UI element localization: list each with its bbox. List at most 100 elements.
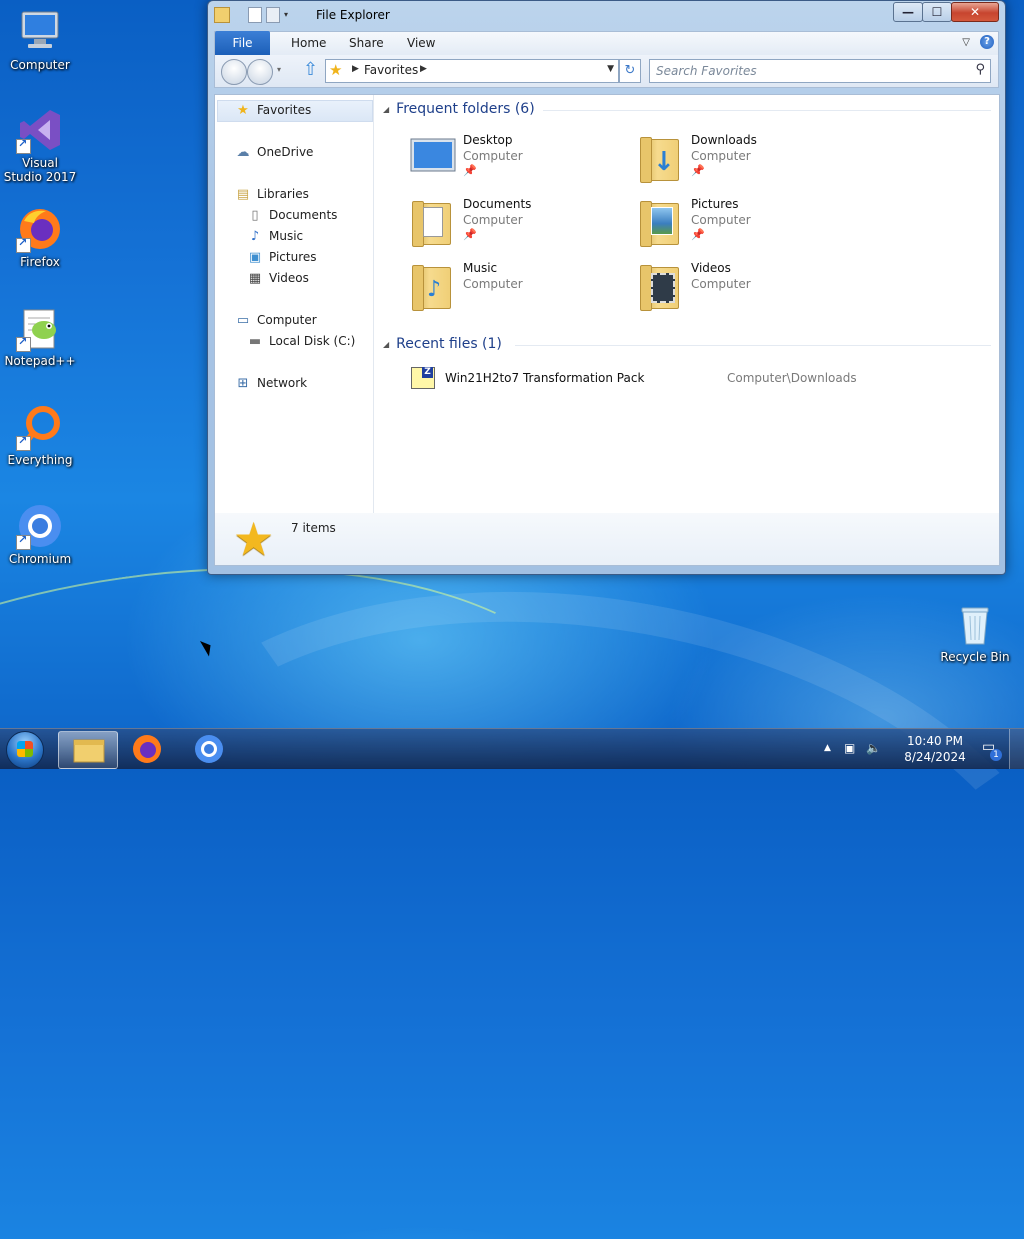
network-icon[interactable]: ▣ [844,741,855,755]
properties-icon[interactable] [248,7,262,23]
search-icon[interactable]: ⚲ [975,62,985,77]
taskbar-chromium-button[interactable] [180,731,238,767]
nav-item-music[interactable]: ♪ Music [247,227,303,245]
breadcrumb[interactable]: Favorites [364,63,418,77]
desktop-icon-firefox[interactable]: Firefox [2,205,78,269]
desktop-icon-computer[interactable]: Computer [2,8,78,72]
nav-item-computer[interactable]: ▭ Computer [235,311,317,329]
ribbon-expand-icon[interactable]: ▽ [962,37,970,48]
back-button[interactable] [221,59,247,85]
frequent-folders-header[interactable]: ◢ Frequent folders (6) [383,101,535,117]
recent-locations-icon[interactable]: ▾ [277,65,281,74]
address-bar[interactable]: ★ ▶ Favorites ▶ ▼ [325,59,619,83]
address-dropdown-icon[interactable]: ▼ [607,64,614,74]
firefox-icon [16,205,64,253]
tab-file[interactable]: File [215,31,270,55]
search-placeholder: Search Favorites [656,64,757,78]
nav-item-libraries[interactable]: ▤ Libraries [235,185,309,203]
clock[interactable]: 10:40 PM 8/24/2024 [900,733,970,765]
maximize-button[interactable]: ☐ [922,2,952,22]
folder-icon[interactable] [214,7,230,23]
group-divider [515,345,991,346]
documents-folder-icon [409,197,457,247]
nav-item-favorites[interactable]: ★ Favorites [235,101,311,119]
refresh-button[interactable]: ↻ [619,59,641,83]
ribbon-tabs: File Home Share View ▽ ? [214,31,999,56]
volume-muted-icon[interactable]: 🔈 [866,741,881,755]
tile-name: Music [463,261,498,275]
tab-home[interactable]: Home [291,36,326,50]
pin-icon[interactable]: 📌 [463,164,477,177]
main-pane[interactable]: ◢ Frequent folders (6) Desktop Computer … [375,95,999,513]
navigation-pane[interactable]: ★ Favorites ☁ OneDrive ▤ Libraries ▯ Doc… [215,95,374,513]
title-bar[interactable]: ▾ File Explorer — ☐ ✕ [208,1,1005,29]
new-folder-icon[interactable] [266,7,280,23]
quick-access-toolbar: ▾ [214,7,298,23]
window-title: File Explorer [316,8,390,22]
folder-tile-pictures[interactable]: Pictures Computer 📌 [637,197,857,253]
file-explorer-window[interactable]: ▾ File Explorer — ☐ ✕ File Home Share Vi… [207,0,1006,575]
downloads-folder-icon: ↓ [637,133,685,183]
search-input[interactable]: Search Favorites ⚲ [649,59,991,83]
shortcut-arrow-icon [16,335,31,352]
nav-item-documents[interactable]: ▯ Documents [247,206,337,224]
chevron-right-icon[interactable]: ▶ [420,64,427,74]
show-hidden-icons-icon[interactable]: ▲ [824,743,831,753]
nav-item-label: Local Disk (C:) [269,334,356,348]
desktop-icon-recycle-bin[interactable]: Recycle Bin [937,600,1013,664]
item-count: 7 items [291,521,336,535]
nav-item-onedrive[interactable]: ☁ OneDrive [235,143,314,161]
folder-tile-videos[interactable]: Videos Computer [637,261,857,317]
close-button[interactable]: ✕ [951,2,999,22]
nav-item-label: OneDrive [257,145,314,159]
desktop-icon-label: Visual Studio 2017 [3,156,77,184]
taskbar-file-explorer-button[interactable] [58,731,118,769]
minimize-button[interactable]: — [893,2,923,22]
recent-files-header[interactable]: ◢ Recent files (1) [383,336,502,352]
pin-icon[interactable]: 📌 [691,164,705,177]
forward-button[interactable] [247,59,273,85]
folder-tile-desktop[interactable]: Desktop Computer 📌 [409,133,629,189]
desktop-icon-label: Recycle Bin [940,650,1010,664]
desktop-icon-label: Everything [7,453,73,467]
desktop-icon-label: Firefox [20,255,60,269]
nav-item-videos[interactable]: ▦ Videos [247,269,309,287]
show-desktop-button[interactable] [1009,729,1024,769]
up-arrow-icon[interactable]: ⇧ [303,61,321,81]
desktop-icon-chromium[interactable]: Chromium [2,502,78,566]
chromium-icon [16,502,64,550]
chevron-right-icon[interactable]: ▶ [352,64,359,74]
tab-share[interactable]: Share [349,36,384,50]
folder-tile-documents[interactable]: Documents Computer 📌 [409,197,629,253]
desktop-icon-label: Notepad++ [4,354,76,368]
help-icon[interactable]: ? [980,35,994,49]
nav-item-network[interactable]: ⊞ Network [235,374,308,392]
shortcut-arrow-icon [16,236,31,253]
tile-name: Downloads [691,133,757,147]
start-button[interactable] [6,731,44,769]
collapse-triangle-icon[interactable]: ◢ [383,340,389,349]
recent-file-row[interactable]: Z Win21H2to7 Transformation Pack Compute… [411,367,971,389]
collapse-triangle-icon[interactable]: ◢ [383,105,389,114]
music-note-icon: ♪ [250,228,260,244]
tile-location: Computer [463,213,523,227]
nav-item-local-disk[interactable]: ▬ Local Disk (C:) [247,332,355,350]
desktop-icon-notepadpp[interactable]: Notepad++ [2,304,78,368]
tab-view[interactable]: View [407,36,435,50]
tile-location: Computer [463,149,523,163]
desktop-icon-visual-studio[interactable]: Visual Studio 2017 [2,106,78,184]
pin-icon[interactable]: 📌 [691,228,705,241]
nav-item-pictures[interactable]: ▣ Pictures [247,248,317,266]
nav-item-label: Favorites [257,103,312,117]
nav-item-label: Music [269,229,304,243]
favorites-star-icon: ★ [329,61,343,79]
folder-tile-music[interactable]: ♪ Music Computer [409,261,629,317]
pin-icon[interactable]: 📌 [463,228,477,241]
taskbar-firefox-button[interactable] [118,731,176,767]
tile-name: Videos [691,261,731,275]
notepadpp-icon [16,304,64,352]
folder-tile-downloads[interactable]: ↓ Downloads Computer 📌 [637,133,857,189]
desktop-icon-everything[interactable]: Everything [2,403,78,467]
document-icon: ▯ [251,207,259,223]
chevron-down-icon[interactable]: ▾ [284,8,298,22]
